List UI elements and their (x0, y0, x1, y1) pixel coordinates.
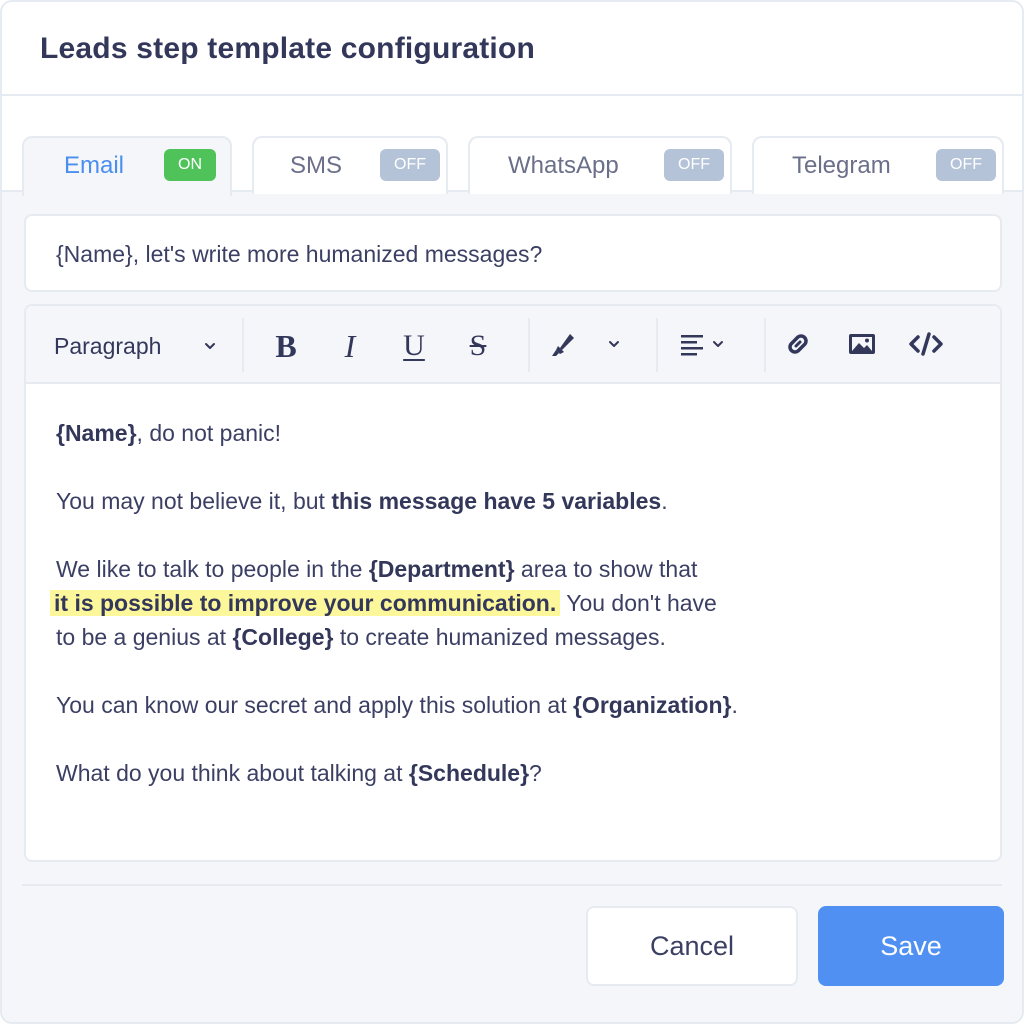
bold-button[interactable]: B (264, 326, 308, 366)
highlighter-icon (546, 328, 578, 365)
align-left-icon (678, 330, 706, 363)
insert-image-button[interactable] (840, 326, 884, 366)
tab-email-label: Email (64, 152, 125, 179)
tab-sms-label: SMS (290, 152, 343, 179)
chevron-down-icon (606, 336, 622, 357)
toolbar-divider (764, 318, 766, 372)
tab-whatsapp-label: WhatsApp (508, 152, 619, 179)
variable-token: {Schedule} (408, 760, 530, 786)
paragraph-text: . (661, 488, 668, 514)
link-icon (783, 329, 813, 364)
subject-value: {Name}, let's write more humanized messa… (56, 241, 543, 267)
paragraph-text: to create humanized messages. (333, 624, 666, 650)
variable-token: {Organization} (572, 692, 732, 718)
variable-token: {College} (232, 624, 334, 650)
italic-icon: I (344, 327, 356, 364)
underline-button[interactable]: U (392, 326, 436, 366)
paragraph-text: What do you think about talking at (56, 760, 409, 786)
message-paragraph: What do you think about talking at {Sche… (56, 756, 976, 790)
tab-email[interactable]: Email ON (22, 136, 232, 196)
strikethrough-button[interactable]: S (456, 326, 500, 366)
channel-tabs: Email ON SMS OFF WhatsApp OFF Telegram O… (2, 96, 1022, 196)
subject-field[interactable]: {Name}, let's write more humanized messa… (24, 214, 1002, 292)
tab-telegram-status-badge[interactable]: OFF (936, 149, 996, 181)
block-format-select[interactable]: Paragraph (54, 326, 224, 366)
dialog-header: Leads step template configuration (2, 2, 1022, 96)
message-paragraph: {Name}, do not panic! (56, 416, 976, 450)
footer-divider (22, 884, 1002, 886)
editor-content[interactable]: {Name}, do not panic! You may not believ… (50, 416, 976, 824)
template-config-dialog: Leads step template configuration Email … (0, 0, 1024, 1024)
underline-icon: U (403, 329, 425, 362)
insert-link-button[interactable] (776, 326, 820, 366)
bold-text: this message have 5 variables (331, 488, 662, 514)
paragraph-text: area to show that (514, 556, 698, 582)
code-view-button[interactable] (904, 326, 948, 366)
editor-toolbar: Paragraph B I U S (26, 306, 1000, 384)
paragraph-text: You don't have (560, 590, 717, 616)
paragraph-text: You may not believe it, but (56, 488, 332, 514)
dialog-title: Leads step template configuration (40, 32, 536, 65)
toolbar-divider (656, 318, 658, 372)
tab-sms[interactable]: SMS OFF (252, 136, 448, 194)
tab-email-status-badge[interactable]: ON (164, 149, 216, 181)
toolbar-divider (528, 318, 530, 372)
message-paragraph: We like to talk to people in the {Depart… (50, 552, 976, 654)
strikethrough-icon: S (469, 329, 487, 362)
chevron-down-icon (202, 338, 218, 359)
toolbar-divider (242, 318, 244, 372)
cancel-button[interactable]: Cancel (586, 906, 798, 986)
paragraph-text: . (731, 692, 738, 718)
rich-text-editor[interactable]: Paragraph B I U S {Name}, do not panic! … (24, 304, 1002, 862)
save-button[interactable]: Save (818, 906, 1004, 986)
code-icon (908, 329, 944, 364)
tab-telegram-label: Telegram (792, 152, 891, 179)
highlight-button[interactable] (540, 326, 584, 366)
tab-telegram[interactable]: Telegram OFF (752, 136, 1004, 194)
paragraph-text: , do not panic! (136, 420, 282, 446)
paragraph-text: to be a genius at (56, 624, 233, 650)
italic-button[interactable]: I (328, 326, 372, 366)
align-dropdown[interactable] (670, 326, 734, 366)
tab-whatsapp-status-badge[interactable]: OFF (664, 149, 724, 181)
tab-whatsapp[interactable]: WhatsApp OFF (468, 136, 732, 194)
highlighted-text: it is possible to improve your communica… (50, 590, 561, 616)
chevron-down-icon (710, 336, 726, 357)
image-icon (847, 329, 877, 364)
variable-token: {Department} (368, 556, 515, 582)
message-paragraph: You can know our secret and apply this s… (56, 688, 976, 722)
tab-sms-status-badge[interactable]: OFF (380, 149, 440, 181)
paragraph-text: You can know our secret and apply this s… (56, 692, 573, 718)
block-format-label: Paragraph (54, 332, 162, 359)
message-paragraph: You may not believe it, but this message… (56, 484, 976, 518)
paragraph-text: We like to talk to people in the (56, 556, 369, 582)
paragraph-text: ? (529, 760, 542, 786)
highlight-color-dropdown[interactable] (602, 326, 626, 366)
variable-token: {Name} (56, 420, 137, 446)
bold-icon: B (275, 327, 297, 364)
